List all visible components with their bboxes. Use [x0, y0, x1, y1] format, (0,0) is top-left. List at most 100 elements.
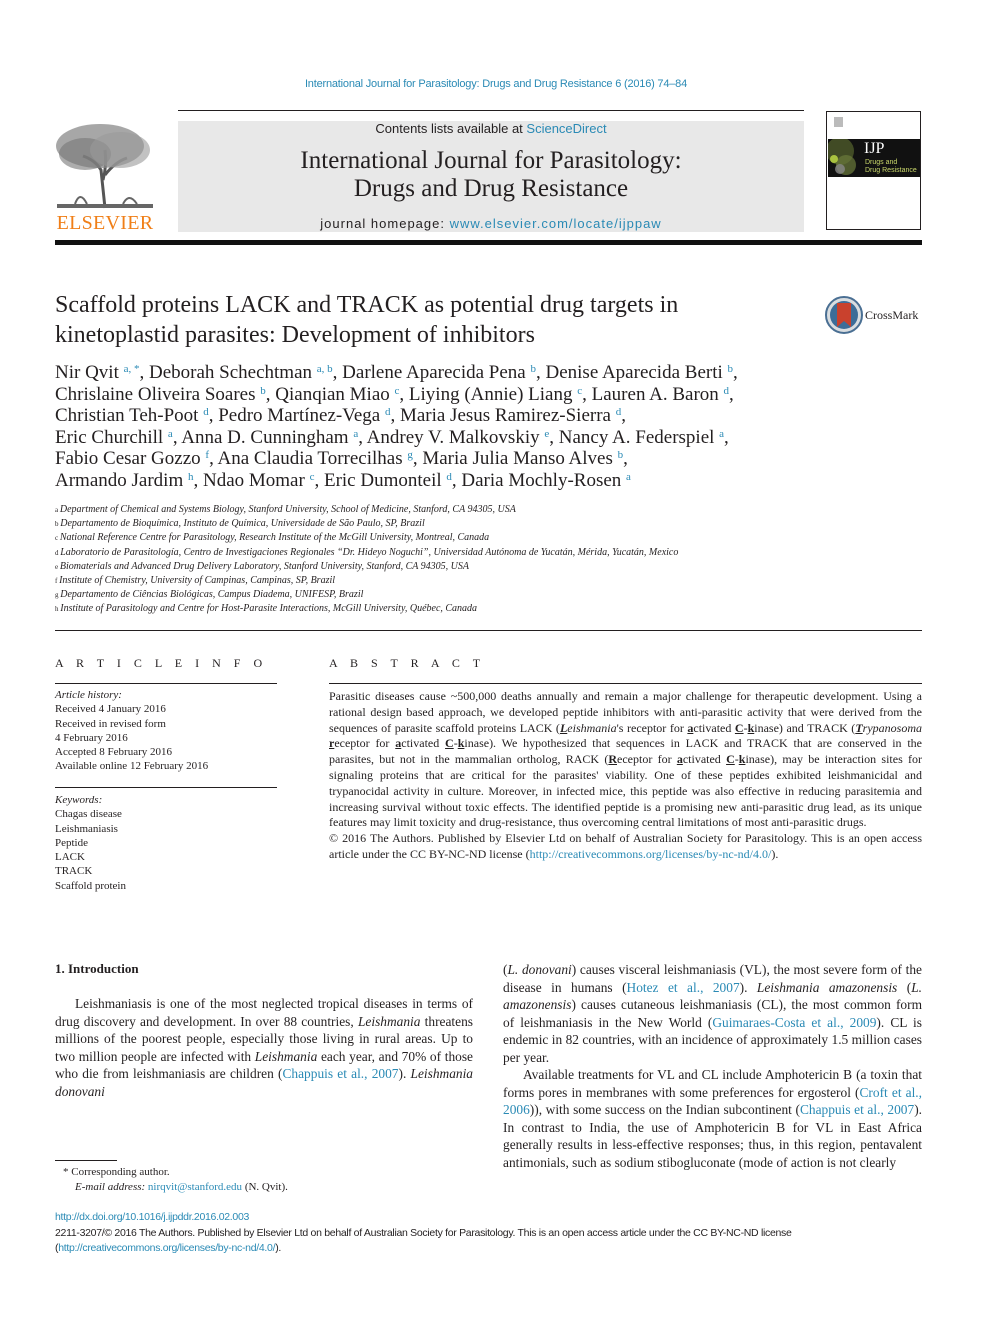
author-affiliation-link[interactable]: b [618, 449, 624, 461]
author-affiliation-link[interactable]: g [407, 449, 413, 461]
affiliation-text: Department of Chemical and Systems Biolo… [59, 504, 516, 515]
license-statement: 2211-3207/© 2016 The Authors. Published … [55, 1226, 925, 1256]
keyword: Chagas disease [55, 808, 122, 821]
author-separator: , [623, 448, 628, 470]
author-name: Nancy A. Federspiel [558, 426, 720, 448]
article-title: Scaffold proteins LACK and TRACK as pote… [55, 290, 795, 350]
author-separator: , [332, 362, 343, 383]
abstract-heading: A B S T R A C T [329, 656, 486, 670]
author-separator: , [209, 448, 218, 470]
doi-link[interactable]: http://dx.doi.org/10.1016/j.ijpddr.2016.… [55, 1211, 249, 1223]
corresponding-author-footnote: * Corresponding author. E-mail address: … [55, 1165, 455, 1195]
author-affiliation-link[interactable]: f [205, 449, 209, 461]
author-name: Andrey V. Malkovskiy [366, 426, 545, 448]
affiliation: g Departamento de Ciências Biológicas, C… [55, 588, 925, 602]
lack-definition: Leishmania's receptor for activated C-ki… [559, 720, 779, 735]
author-name: Armando Jardim [55, 469, 188, 491]
journal-cover-thumbnail[interactable]: IJP Drugs and Drug Resistance [826, 111, 921, 230]
cover-band: IJP Drugs and Drug Resistance [828, 139, 920, 177]
author-affiliation-link[interactable]: d [724, 385, 730, 397]
citation-link[interactable]: Chappuis et al., 2007 [800, 1102, 914, 1117]
author-affiliation-link[interactable]: a, * [124, 363, 140, 375]
citation-link[interactable]: Hotez et al., 2007 [627, 980, 740, 995]
license-link[interactable]: http://creativecommons.org/licenses/by-n… [530, 847, 772, 861]
cover-subtitle: Drugs and Drug Resistance [865, 159, 917, 175]
running-head[interactable]: International Journal for Parasitology: … [0, 78, 992, 90]
author-affiliation-link[interactable]: a [168, 428, 173, 440]
author-affiliation-link[interactable]: c [395, 385, 400, 397]
author-name: Fabio Cesar Gozzo [55, 448, 206, 470]
keyword: Peptide [55, 836, 88, 849]
author-name: Daria Mochly-Rosen [461, 469, 627, 491]
author-separator: , [733, 362, 738, 383]
affiliation-text: National Reference Centre for Parasitolo… [59, 532, 490, 544]
author-separator: , [139, 362, 149, 383]
bottom-license-link[interactable]: http://creativecommons.org/licenses/by-n… [58, 1242, 275, 1254]
cover-title: IJP [864, 140, 885, 157]
email-link[interactable]: nirqvit@stanford.edu [148, 1181, 242, 1193]
section-rule [55, 630, 922, 631]
header-thick-rule [55, 240, 922, 245]
affiliation-text: Departamento de Ciências Biológicas, Cam… [60, 589, 364, 601]
author-name: Anna D. Cunningham [181, 426, 354, 448]
author-list: Nir Qvit a, *, Deborah Schechtman a, b, … [55, 362, 815, 492]
author-affiliation-link[interactable]: a [626, 471, 631, 483]
italic-text: L. donovani [507, 962, 572, 977]
author-affiliation-link[interactable]: c [310, 471, 315, 483]
keywords: Keywords: Chagas disease Leishmaniasis P… [55, 793, 277, 893]
author-affiliation-link[interactable]: b [728, 363, 734, 375]
author-separator: , [399, 383, 409, 405]
crossmark-badge[interactable]: CrossMark [825, 296, 925, 336]
contents-line: Contents lists available at ScienceDirec… [178, 121, 804, 136]
author-separator: , [724, 426, 729, 448]
author-affiliation-link[interactable]: e [544, 428, 549, 440]
history-item: Available online 12 February 2016 [55, 760, 209, 773]
affiliation-text: Biomaterials and Advanced Drug Delivery … [59, 560, 469, 572]
italic-text: Leishmania [357, 1013, 421, 1029]
author-separator: , [729, 383, 734, 405]
affiliation: a Department of Chemical and Systems Bio… [55, 503, 925, 517]
author-separator: , [451, 469, 462, 491]
author-affiliation-link[interactable]: h [188, 471, 194, 483]
author-affiliation-link[interactable]: a [719, 428, 724, 440]
author-name: Christian Teh-Poot [55, 405, 204, 427]
sciencedirect-link[interactable]: ScienceDirect [526, 121, 606, 136]
author-separator: , [172, 426, 182, 448]
author-affiliation-link[interactable]: d [616, 406, 622, 418]
author-affiliation-link[interactable]: a [353, 428, 358, 440]
homepage-link[interactable]: www.elsevier.com/locate/ijppaw [450, 216, 662, 231]
author-name: Darlene Aparecida Pena [342, 362, 531, 383]
footnote-rule [55, 1160, 117, 1161]
history-item: 4 February 2016 [55, 731, 128, 744]
author-separator: , [582, 383, 592, 405]
author-name: Nir Qvit [55, 362, 124, 383]
author-separator: , [549, 426, 559, 448]
affiliation-text: Institute of Chemistry, University of Ca… [59, 575, 336, 587]
author-affiliation-link[interactable]: d [203, 406, 209, 418]
author-affiliation-link[interactable]: d [385, 406, 391, 418]
body-text: ). [398, 1066, 411, 1081]
keyword: LACK [55, 851, 85, 864]
citation-link[interactable]: Chappuis et al., 2007 [282, 1066, 398, 1081]
italic-text: Leishmania [254, 1048, 318, 1064]
journal-name-line1: International Journal for Parasitology: [300, 147, 682, 174]
author-name: Maria Julia Manso Alves [422, 448, 618, 470]
license-end: ). [275, 1242, 282, 1254]
author-separator: , [314, 469, 324, 491]
abstract-rule [329, 683, 922, 684]
abstract-paragraph: Parasitic diseases cause ~500,000 deaths… [329, 689, 922, 831]
title-line1: Scaffold proteins LACK and TRACK as pote… [55, 292, 679, 318]
author-affiliation-link[interactable]: b [531, 363, 537, 375]
elsevier-wordmark[interactable]: ELSEVIER [55, 212, 155, 235]
author-affiliation-link[interactable]: a, b [317, 363, 333, 375]
homepage-line: journal homepage: www.elsevier.com/locat… [178, 216, 804, 231]
author-separator: , [265, 383, 276, 405]
cover-logo-icon [834, 117, 843, 127]
abstract-text: ) and TRACK ( [778, 720, 856, 735]
author-affiliation-link[interactable]: c [577, 385, 582, 397]
citation-link[interactable]: Guimaraes-Costa et al., 2009 [712, 1015, 876, 1030]
author-affiliation-link[interactable]: b [260, 385, 266, 397]
abstract-body: Parasitic diseases cause ~500,000 deaths… [329, 689, 922, 863]
author-affiliation-link[interactable]: d [446, 471, 452, 483]
top-rule [178, 110, 804, 111]
